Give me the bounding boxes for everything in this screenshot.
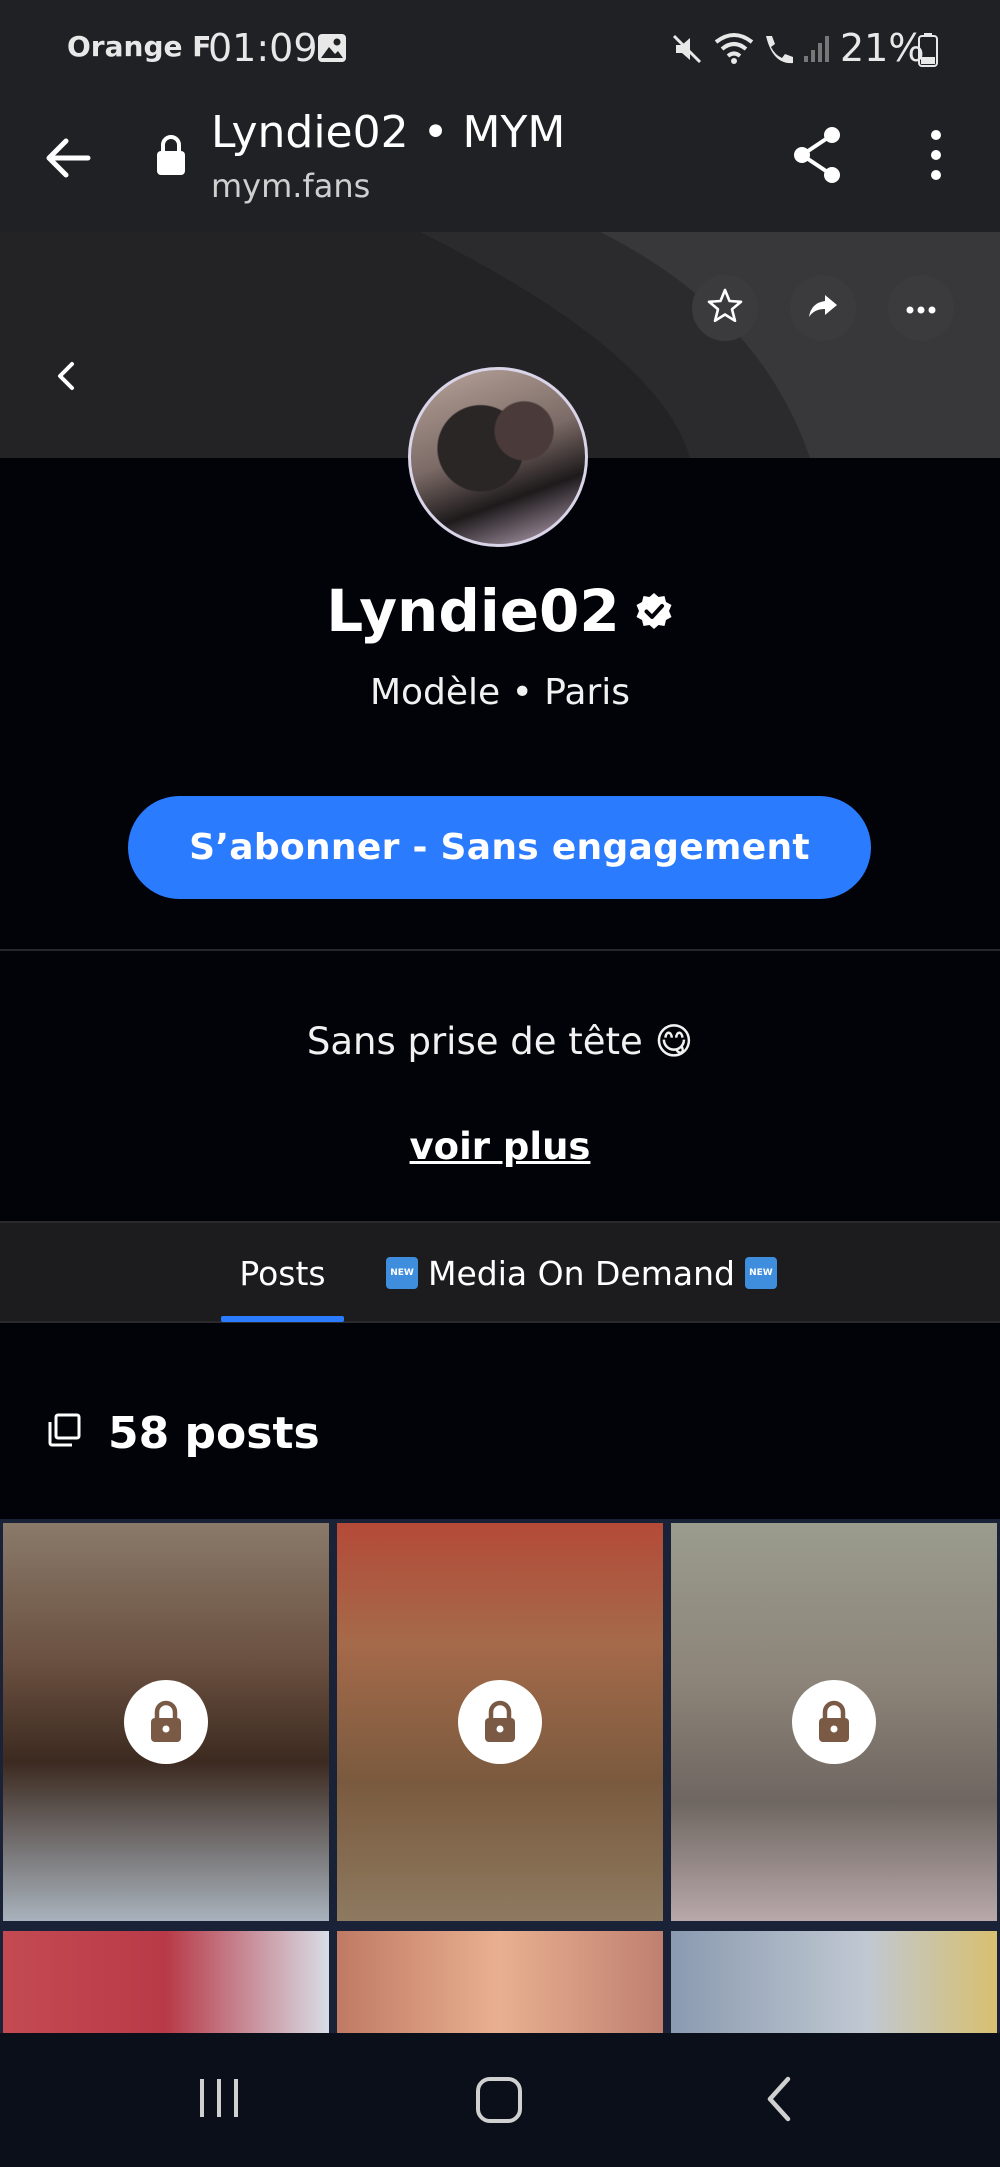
page-url[interactable]: mym.fans bbox=[211, 167, 370, 205]
back-arrow-icon[interactable] bbox=[40, 131, 94, 189]
wifi-icon bbox=[712, 30, 756, 70]
star-icon bbox=[706, 287, 744, 329]
new-badge-icon: NEW bbox=[386, 1257, 418, 1289]
recent-apps-icon[interactable] bbox=[196, 2075, 242, 2125]
tab-bar: Posts NEW Media On Demand NEW bbox=[0, 1221, 1000, 1323]
posts-count: 58 posts bbox=[108, 1408, 320, 1459]
favorite-button[interactable] bbox=[692, 275, 758, 341]
lock-badge bbox=[792, 1680, 876, 1764]
profile-name-row: Lyndie02 bbox=[0, 577, 1000, 645]
post-tile-locked[interactable] bbox=[3, 1523, 329, 1921]
chevron-left-icon[interactable] bbox=[52, 358, 80, 398]
signal-icon bbox=[802, 34, 832, 68]
ellipsis-icon bbox=[906, 299, 936, 318]
browser-bar: Lyndie02 • MYM mym.fans bbox=[0, 95, 1000, 232]
home-icon[interactable] bbox=[474, 2075, 524, 2129]
battery-icon bbox=[918, 33, 938, 71]
lock-icon bbox=[154, 133, 188, 181]
verified-badge-icon bbox=[634, 577, 674, 645]
see-more-link[interactable]: voir plus bbox=[0, 1125, 1000, 1168]
battery-percent: 21% bbox=[840, 26, 925, 70]
clock: 01:09 bbox=[208, 26, 318, 70]
active-tab-indicator bbox=[221, 1316, 344, 1322]
tab-media-on-demand-label: Media On Demand bbox=[428, 1253, 735, 1293]
page-title: Lyndie02 • MYM bbox=[211, 107, 566, 158]
divider bbox=[0, 949, 1000, 951]
post-tile-locked[interactable] bbox=[671, 1931, 997, 2033]
avatar[interactable] bbox=[408, 367, 588, 547]
more-vert-icon[interactable] bbox=[924, 129, 948, 185]
forward-arrow-icon bbox=[806, 291, 840, 325]
post-tile-locked[interactable] bbox=[337, 1931, 663, 2033]
post-tile-locked[interactable] bbox=[337, 1523, 663, 1921]
wifi-call-icon bbox=[760, 32, 796, 70]
carrier-label: Orange F bbox=[67, 30, 212, 63]
posts-grid bbox=[0, 1519, 1000, 2033]
lock-badge bbox=[458, 1680, 542, 1764]
posts-stack-icon bbox=[46, 1412, 82, 1452]
post-tile-locked[interactable] bbox=[671, 1523, 997, 1921]
gallery-notification-icon bbox=[316, 32, 348, 68]
status-bar: Orange F 01:09 21% bbox=[0, 0, 1000, 95]
more-options-button[interactable] bbox=[888, 275, 954, 341]
tab-posts[interactable]: Posts bbox=[221, 1223, 344, 1323]
bio-text: Sans prise de tête 😋 bbox=[306, 1020, 694, 1063]
padlock-icon bbox=[151, 1700, 181, 1742]
padlock-icon bbox=[819, 1700, 849, 1742]
share-icon[interactable] bbox=[790, 125, 844, 189]
back-icon[interactable] bbox=[762, 2073, 798, 2129]
padlock-icon bbox=[485, 1700, 515, 1742]
lock-badge bbox=[124, 1680, 208, 1764]
tab-media-on-demand[interactable]: NEW Media On Demand NEW bbox=[386, 1223, 777, 1323]
profile-subtitle: Modèle • Paris bbox=[369, 672, 631, 713]
subscribe-button[interactable]: S’abonner - Sans engagement bbox=[128, 796, 871, 899]
profile-name: Lyndie02 bbox=[326, 577, 620, 645]
post-tile-locked[interactable] bbox=[3, 1931, 329, 2033]
mute-icon bbox=[670, 32, 704, 70]
share-profile-button[interactable] bbox=[790, 275, 856, 341]
new-badge-icon: NEW bbox=[744, 1257, 777, 1289]
system-nav-bar bbox=[0, 2033, 1000, 2167]
